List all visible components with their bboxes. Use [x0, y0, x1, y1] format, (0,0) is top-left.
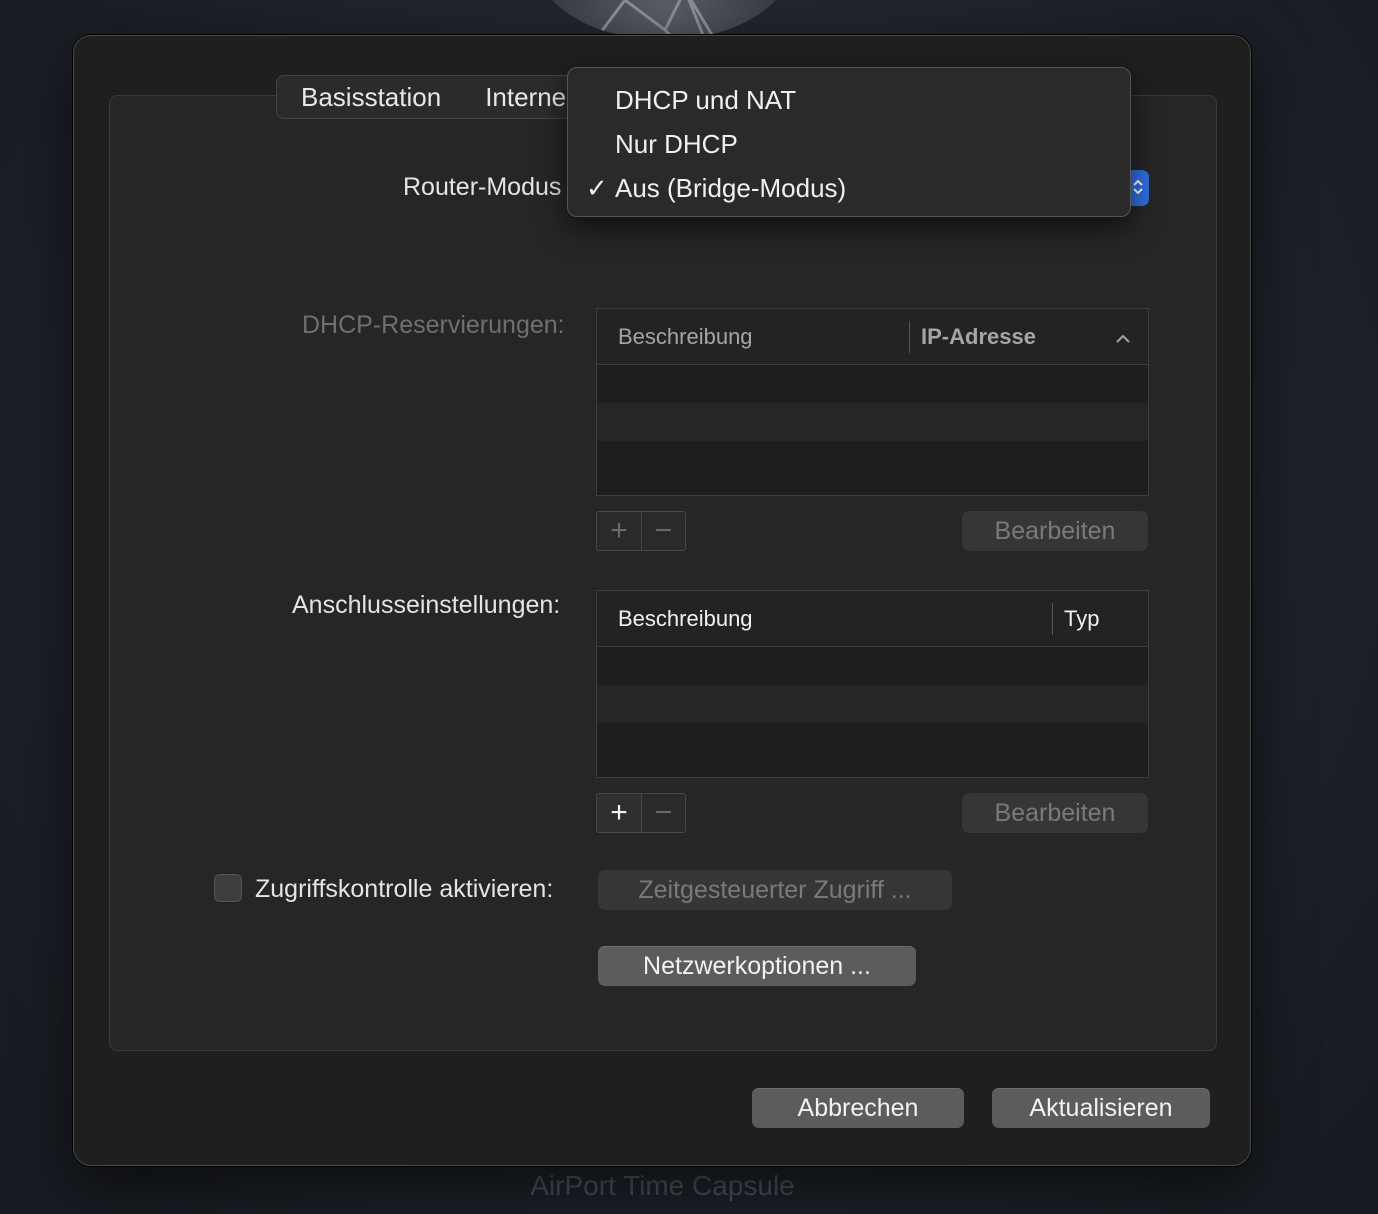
checkmark-icon: ✓ [586, 173, 608, 203]
access-control-checkbox[interactable] [214, 874, 242, 902]
timed-access-button[interactable]: Zeitgesteuerter Zugriff ... [598, 870, 952, 910]
port-settings-label: Anschlusseinstellungen: [292, 591, 561, 619]
airport-device-image [535, 0, 793, 40]
network-options-button[interactable]: Netzwerkoptionen ... [598, 946, 916, 986]
column-header-ip-address[interactable]: IP-Adresse [921, 309, 1036, 365]
port-add-remove-control: + − [596, 793, 686, 833]
dhcp-add-remove-control: + − [596, 511, 686, 551]
dhcp-reservations-table[interactable]: Beschreibung IP-Adresse [596, 308, 1149, 496]
tab-internet[interactable]: Interne [485, 82, 575, 113]
column-divider [909, 321, 910, 353]
access-control-label: Zugriffskontrolle aktivieren: [255, 875, 554, 903]
port-add-button[interactable]: + [597, 794, 641, 832]
menu-item-dhcp-only[interactable]: Nur DHCP [568, 122, 1130, 166]
router-mode-label: Router-Modus [403, 173, 562, 201]
dhcp-add-button[interactable]: + [597, 512, 641, 550]
device-caption: AirPort Time Capsule [530, 1170, 795, 1201]
table-row[interactable] [597, 723, 1148, 761]
menu-item-dhcp-nat[interactable]: DHCP und NAT [568, 78, 1130, 122]
chevron-updown-icon [1133, 177, 1143, 200]
table-row[interactable] [597, 365, 1148, 403]
table-row[interactable] [597, 403, 1148, 441]
menu-item-bridge-mode[interactable]: ✓ Aus (Bridge-Modus) [568, 166, 1130, 210]
column-header-description[interactable]: Beschreibung [618, 591, 753, 647]
update-button[interactable]: Aktualisieren [992, 1088, 1210, 1128]
port-edit-button[interactable]: Bearbeiten [962, 793, 1148, 833]
tab-bar: Basisstation Interne [276, 75, 576, 119]
cancel-button[interactable]: Abbrechen [752, 1088, 964, 1128]
dhcp-edit-button[interactable]: Bearbeiten [962, 511, 1148, 551]
table-header: Beschreibung Typ [597, 591, 1148, 647]
chevron-up-icon [1115, 309, 1131, 365]
column-header-description[interactable]: Beschreibung [618, 309, 753, 365]
dhcp-remove-button[interactable]: − [640, 512, 685, 550]
table-row[interactable] [597, 685, 1148, 723]
dhcp-reservations-label: DHCP-Reservierungen: [302, 311, 565, 339]
menu-item-label: Nur DHCP [615, 129, 738, 159]
menu-item-label: DHCP und NAT [615, 85, 797, 115]
menu-item-label: Aus (Bridge-Modus) [615, 173, 847, 203]
column-divider [1052, 603, 1053, 635]
port-remove-button[interactable]: − [640, 794, 685, 832]
tab-base-station[interactable]: Basisstation [301, 82, 461, 113]
table-header: Beschreibung IP-Adresse [597, 309, 1148, 365]
port-settings-table[interactable]: Beschreibung Typ [596, 590, 1149, 778]
table-row[interactable] [597, 647, 1148, 685]
table-row[interactable] [597, 441, 1148, 479]
column-header-type[interactable]: Typ [1064, 591, 1099, 647]
router-mode-menu: DHCP und NAT Nur DHCP ✓ Aus (Bridge-Modu… [567, 67, 1131, 217]
